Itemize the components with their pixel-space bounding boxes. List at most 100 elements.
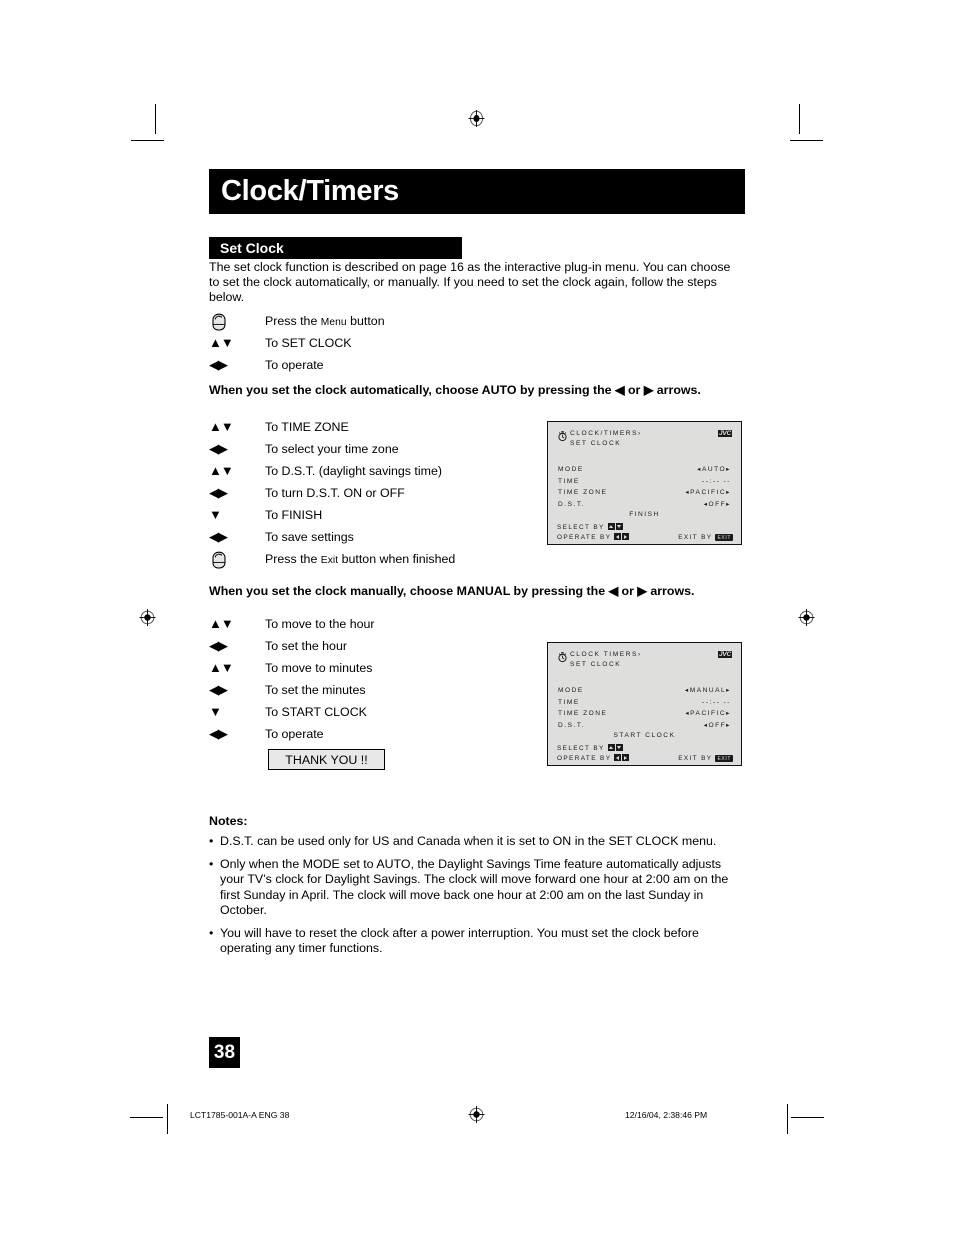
step-label: To START CLOCK [265,705,367,719]
registration-mark-right [798,609,815,626]
osd-row-value: ◂OFF▸ [703,721,731,729]
osd-row-value: ◂PACIFIC▸ [685,489,731,496]
up-down-arrow-icon: ▲▼ [209,335,234,350]
osd-row-label: TIME ZONE [558,489,608,496]
note-item: • Only when the MODE set to AUTO, the Da… [209,857,743,918]
auto-mode-instruction: When you set the clock automatically, ch… [209,383,701,397]
crop-mark-top-right-vertical [799,104,800,134]
up-down-arrow-icon: ▲▼ [209,616,234,631]
button-up-icon [607,523,615,530]
osd-screen-manual: CLOCK TIMERS› SET CLOCK JVC MODE ◂MANUAL… [547,642,742,766]
jvc-logo: JVC [717,651,732,658]
up-down-arrow-icon: ▲▼ [209,419,234,434]
step-row: ▲▼ To move to minutes [209,657,375,679]
footer-crop-right [791,1117,824,1118]
section-header-set-clock: Set Clock [209,237,462,259]
notes-list: • D.S.T. can be used only for US and Can… [209,834,743,964]
footer-crop-left [130,1117,163,1118]
osd-action-start-clock[interactable]: START CLOCK [548,732,741,739]
clock-timer-icon [557,430,568,442]
osd-settings-list: MODE ◂MANUAL▸ TIME --:-- -- TIME ZONE ◂P… [558,685,731,731]
left-arrow-icon: ◀ [608,584,619,598]
osd-row-time[interactable]: TIME --:-- -- [558,697,731,709]
crop-mark-top-left-vertical [155,104,156,134]
menu-keyword: Menu [320,317,347,328]
right-arrow-icon: ▶ [643,383,654,397]
osd-row-mode[interactable]: MODE ◂MANUAL▸ [558,685,731,697]
step-row: Press the Exit button when finished [209,548,455,570]
osd-row-label: D.S.T. [558,721,585,729]
step-row: ◀▶ To select your time zone [209,438,455,460]
osd-row-dst[interactable]: D.S.T. ◂OFF▸ [558,720,731,732]
osd-row-label: TIME [558,477,580,485]
step-label: To SET CLOCK [265,336,352,350]
note-item: • D.S.T. can be used only for US and Can… [209,834,743,849]
osd-screen-auto: CLOCK/TIMERS› SET CLOCK JVC MODE ◂AUTO▸ … [547,421,742,545]
exit-button-badge: EXIT [715,755,733,762]
jvc-logo: JVC [717,430,732,437]
left-right-arrow-icon: ◀▶ [209,357,228,372]
osd-row-value: ◂OFF▸ [703,500,731,508]
osd-row-value: ◂PACIFIC▸ [685,710,731,717]
step-label: To TIME ZONE [265,420,349,434]
exit-keyword: Exit [320,555,339,566]
osd-select-hint: SELECT BY [557,523,733,532]
down-arrow-icon: ▼ [209,507,222,522]
osd-title-line1: CLOCK TIMERS› [570,651,642,658]
left-right-arrow-icon: ◀▶ [209,441,228,456]
osd-exit-hint: EXIT BY EXIT [678,755,733,762]
note-item: • You will have to reset the clock after… [209,926,743,956]
osd-row-time-zone[interactable]: TIME ZONE ◂PACIFIC▸ [558,487,731,499]
osd-exit-hint: EXIT BY EXIT [678,534,733,541]
page-title: Clock/Timers [209,169,745,214]
footer-document-id: LCT1785-001A-A ENG 38 [190,1110,290,1120]
button-down-icon [615,744,623,751]
steps-list-manual: ▲▼ To move to the hour ◀▶ To set the hou… [209,613,375,745]
step-row: ▲▼ To TIME ZONE [209,416,455,438]
left-right-arrow-icon: ◀▶ [209,726,228,741]
note-text: Only when the MODE set to AUTO, the Dayl… [220,857,729,917]
step-row: ▲▼ To move to the hour [209,613,375,635]
osd-row-label: MODE [558,466,584,473]
step-row: ◀▶ To operate [209,723,375,745]
note-text: You will have to reset the clock after a… [220,926,699,956]
osd-row-value: ◂AUTO▸ [697,466,731,473]
osd-title-manual: CLOCK TIMERS› SET CLOCK [557,650,642,669]
hand-press-icon [209,548,265,570]
button-right-icon [622,533,630,540]
registration-mark-left [139,609,156,626]
osd-row-mode[interactable]: MODE ◂AUTO▸ [558,464,731,476]
osd-operate-hint: OPERATE BY EXIT BY EXIT [557,533,733,541]
osd-action-finish[interactable]: FINISH [548,511,741,518]
footer-margin-right [787,1104,788,1134]
steps-list-auto: ▲▼ To TIME ZONE ◀▶ To select your time z… [209,416,455,570]
clock-timer-icon [557,651,568,663]
osd-row-time[interactable]: TIME --:-- -- [558,476,731,488]
registration-mark-bottom [468,1106,485,1123]
footer-timestamp: 12/16/04, 2:38:46 PM [625,1110,708,1120]
osd-row-label: MODE [558,687,584,694]
osd-row-time-zone[interactable]: TIME ZONE ◂PACIFIC▸ [558,708,731,720]
footer-margin-left [167,1104,168,1134]
button-right-icon [622,754,630,761]
button-left-icon [614,754,622,761]
step-row: ◀▶ To turn D.S.T. ON or OFF [209,482,455,504]
step-row: ◀▶ To operate [209,354,385,376]
osd-row-label: TIME ZONE [558,710,608,717]
osd-row-value: --:-- -- [702,698,731,706]
osd-select-hint: SELECT BY [557,744,733,753]
osd-title-line2: SET CLOCK [570,439,622,447]
osd-operate-hint: OPERATE BY EXIT BY EXIT [557,754,733,762]
left-right-arrow-icon: ◀▶ [209,638,228,653]
exit-button-badge: EXIT [715,534,733,541]
note-text: D.S.T. can be used only for US and Canad… [220,834,717,848]
right-arrow-icon: ▶ [637,584,647,598]
up-down-arrow-icon: ▲▼ [209,463,234,478]
step-label: To select your time zone [265,442,399,456]
osd-row-label: TIME [558,698,580,706]
step-label: To move to the hour [265,617,375,631]
step-row: ▼ To START CLOCK [209,701,375,723]
osd-title-auto: CLOCK/TIMERS› SET CLOCK [557,429,642,448]
left-right-arrow-icon: ◀▶ [209,485,228,500]
osd-row-dst[interactable]: D.S.T. ◂OFF▸ [558,499,731,511]
